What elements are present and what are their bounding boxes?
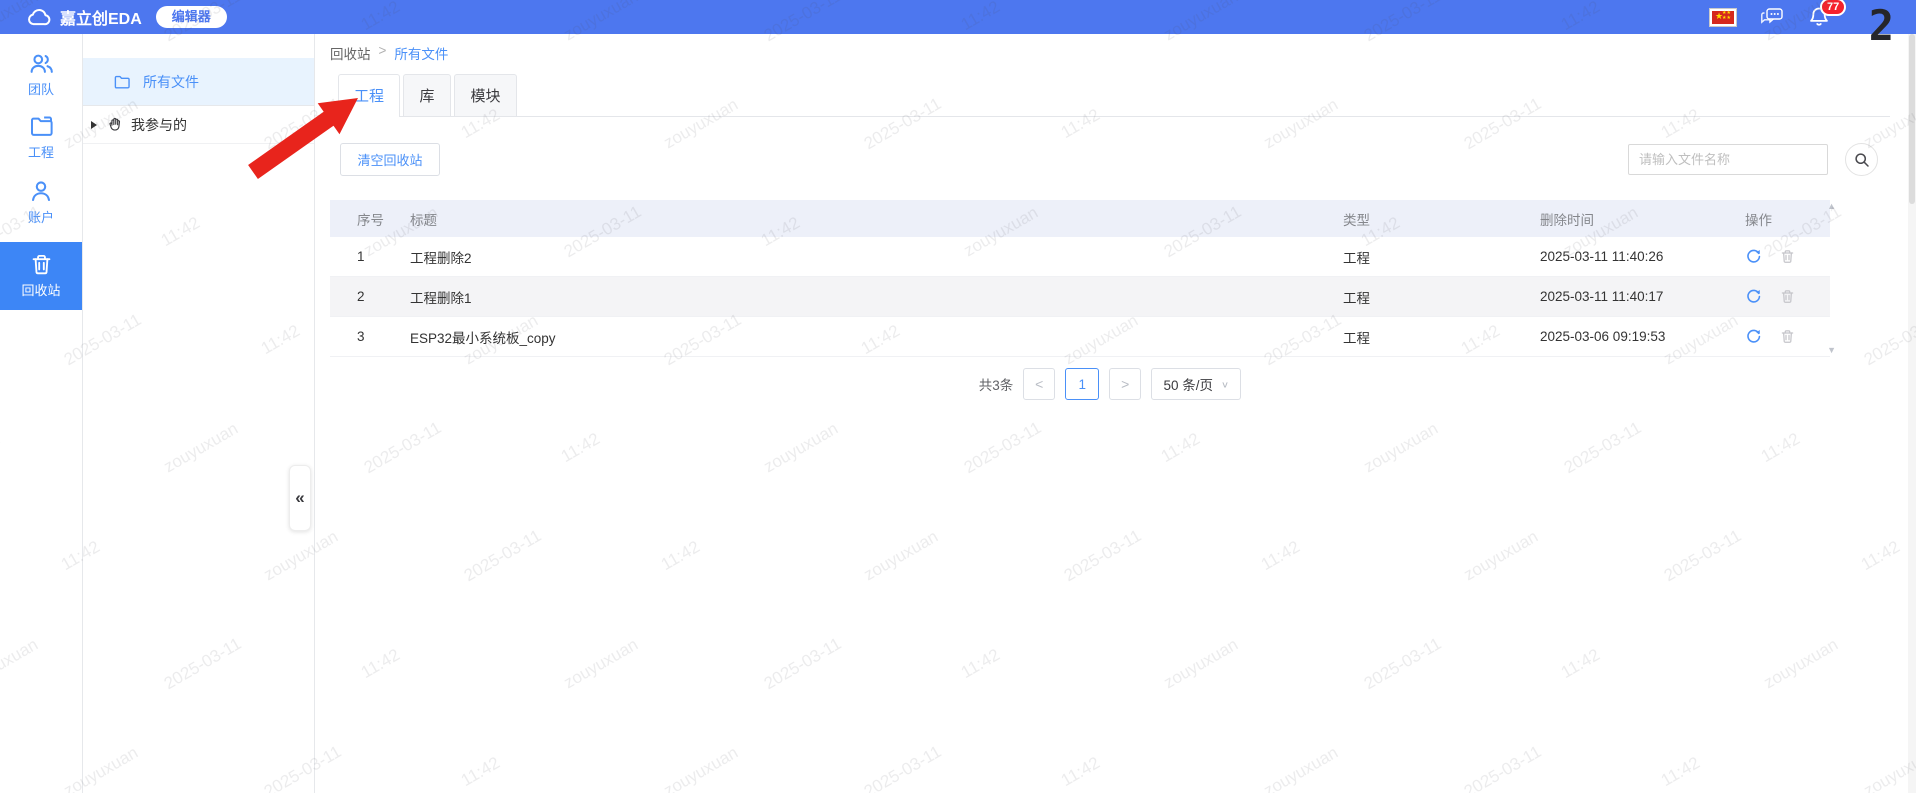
search-area <box>1628 143 1878 176</box>
table-row: 3 ESP32最小系统板_copy 工程 2025-03-06 09:19:53 <box>330 317 1830 357</box>
page-number-button[interactable]: 1 <box>1065 368 1100 400</box>
trash-icon <box>30 253 53 276</box>
prev-page-button[interactable]: < <box>1023 368 1056 400</box>
cell-title: 工程删除2 <box>410 250 472 266</box>
main-content: 回收站 > 所有文件 工程 库 模块 清空回收站 序号 标题 类型 删除时间 <box>315 34 1916 793</box>
cloud-logo-icon <box>26 7 52 27</box>
tab-module[interactable]: 模块 <box>454 74 517 116</box>
restore-button[interactable] <box>1745 288 1762 305</box>
hand-icon <box>107 116 123 133</box>
pagination: 共3条 < 1 > 50 条/页 ∨ <box>330 368 1890 400</box>
sidebar-item-label: 团队 <box>27 81 54 97</box>
participated-item[interactable]: 我参与的 <box>83 106 314 144</box>
primary-sidebar: 团队 工程 账户 回收站 <box>0 34 83 793</box>
cell-deleted-time: 2025-03-11 11:40:17 <box>1540 289 1664 304</box>
recycle-bin-table: 序号 标题 类型 删除时间 操作 1 工程删除2 工程 2025-03-11 1… <box>330 200 1836 357</box>
messages-icon[interactable] <box>1760 7 1784 27</box>
participated-label: 我参与的 <box>131 116 187 133</box>
delete-forever-button[interactable] <box>1780 329 1795 344</box>
notification-count-badge: 77 <box>1820 0 1847 16</box>
breadcrumb-root[interactable]: 回收站 <box>330 43 371 63</box>
tab-library[interactable]: 库 <box>403 74 451 116</box>
col-title: 标题 <box>410 212 437 228</box>
language-flag-icon[interactable]: ★ ★★ ★★ <box>1709 7 1737 27</box>
brand: 嘉立创EDA <box>26 5 142 29</box>
all-files-label: 所有文件 <box>143 73 199 90</box>
expand-caret-icon <box>91 120 97 129</box>
cell-deleted-time: 2025-03-06 09:19:53 <box>1540 329 1666 344</box>
sidebar-item-recycle-bin[interactable]: 回收站 <box>0 242 82 310</box>
cell-index: 1 <box>357 249 365 264</box>
app-window: 嘉立创EDA 编辑器 ★ ★★ ★★ 77 2 团队 工程 账户 回收站 所有文… <box>0 0 1916 793</box>
double-chevron-left-icon: « <box>295 488 305 507</box>
breadcrumb-current: 所有文件 <box>394 47 449 62</box>
notifications-bell-icon[interactable]: 77 <box>1808 0 1847 28</box>
sidebar-item-account[interactable]: 账户 <box>0 170 82 234</box>
overlay-timer-digit: 2 <box>1868 1 1894 50</box>
file-tree-panel: 所有文件 我参与的 <box>83 34 315 793</box>
search-icon <box>1854 152 1870 168</box>
chevron-down-icon: ∨ <box>1220 379 1230 390</box>
col-actions: 操作 <box>1745 212 1772 228</box>
col-deleted-time: 删除时间 <box>1540 212 1594 228</box>
table-scroll-down-icon[interactable]: ▼ <box>1827 346 1836 355</box>
breadcrumb: 回收站 > 所有文件 <box>330 43 448 63</box>
sidebar-item-project[interactable]: 工程 <box>0 106 82 170</box>
tabbar: 工程 库 模块 <box>330 74 1890 117</box>
collapse-panel-button[interactable]: « <box>289 465 311 531</box>
table-row: 1 工程删除2 工程 2025-03-11 11:40:26 <box>330 237 1830 277</box>
delete-forever-button[interactable] <box>1780 289 1795 304</box>
cell-title: 工程删除1 <box>410 290 472 306</box>
table-header: 序号 标题 类型 删除时间 操作 <box>330 200 1830 237</box>
empty-recycle-bin-button[interactable]: 清空回收站 <box>340 143 440 176</box>
breadcrumb-separator: > <box>378 43 387 58</box>
editor-badge[interactable]: 编辑器 <box>155 6 227 28</box>
table-scroll-up-icon[interactable]: ▲ <box>1827 202 1836 211</box>
cell-type: 工程 <box>1343 250 1370 266</box>
cell-type: 工程 <box>1343 290 1370 306</box>
sidebar-item-label: 工程 <box>27 145 54 160</box>
brand-title: 嘉立创EDA <box>60 11 142 28</box>
cell-deleted-time: 2025-03-11 11:40:26 <box>1540 249 1664 264</box>
account-person-icon <box>29 179 53 203</box>
total-count-label: 共3条 <box>978 378 1014 393</box>
search-input[interactable] <box>1628 144 1828 175</box>
page-size-select[interactable]: 50 条/页 ∨ <box>1151 368 1242 400</box>
project-folder-icon <box>29 115 54 138</box>
sidebar-item-label: 回收站 <box>21 283 61 298</box>
sidebar-item-label: 账户 <box>27 209 54 225</box>
page-scrollbar[interactable] <box>1908 34 1916 793</box>
table-row: 2 工程删除1 工程 2025-03-11 11:40:17 <box>330 277 1830 317</box>
cell-index: 3 <box>357 329 365 344</box>
page-scrollbar-thumb[interactable] <box>1909 34 1915 204</box>
tab-project[interactable]: 工程 <box>338 74 400 117</box>
cell-index: 2 <box>357 289 365 304</box>
all-files-item[interactable]: 所有文件 <box>83 58 314 106</box>
restore-button[interactable] <box>1745 248 1762 265</box>
folder-icon <box>113 74 131 90</box>
topbar: 嘉立创EDA 编辑器 ★ ★★ ★★ 77 <box>0 0 1916 34</box>
restore-button[interactable] <box>1745 328 1762 345</box>
sidebar-item-team[interactable]: 团队 <box>0 42 82 106</box>
cell-type: 工程 <box>1343 330 1370 346</box>
next-page-button[interactable]: > <box>1109 368 1142 400</box>
col-index: 序号 <box>357 212 384 228</box>
team-icon <box>29 51 54 75</box>
page-size-value: 50 条/页 <box>1163 378 1213 393</box>
search-button[interactable] <box>1845 143 1878 176</box>
col-type: 类型 <box>1343 212 1370 228</box>
delete-forever-button[interactable] <box>1780 249 1795 264</box>
cell-title: ESP32最小系统板_copy <box>410 330 556 346</box>
